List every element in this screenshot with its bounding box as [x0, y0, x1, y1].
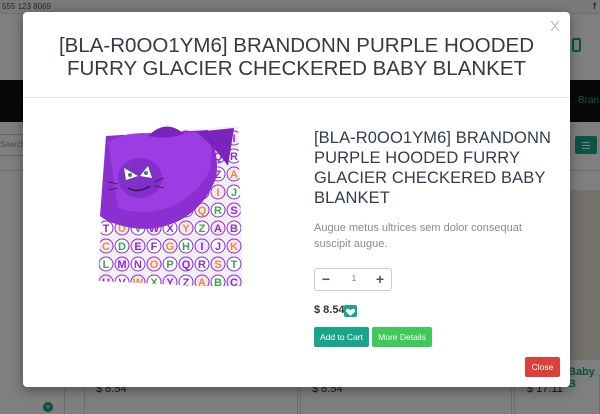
product-image: ABCDEFGHIJKLMNOPQRSTUVWXYZABCDEFGHIJKLMN… [98, 126, 243, 286]
wishlist-button[interactable] [344, 305, 357, 317]
svg-text:A: A [198, 277, 206, 286]
svg-text:T: T [103, 223, 110, 235]
svg-text:X: X [150, 277, 158, 286]
svg-text:E: E [134, 241, 141, 253]
svg-text:I: I [216, 187, 219, 199]
product-info: [BLA-R0OO1YM6] BRANDONN PURPLE HOODED FU… [314, 128, 554, 252]
svg-text:K: K [230, 241, 238, 253]
svg-text:U: U [102, 277, 110, 286]
svg-text:R: R [198, 259, 206, 271]
svg-text:C: C [230, 277, 238, 286]
svg-text:Y: Y [182, 223, 190, 235]
svg-text:N: N [134, 259, 142, 271]
svg-text:R: R [214, 205, 222, 217]
quantity-input[interactable]: 1 [341, 274, 367, 283]
svg-text:A: A [230, 169, 238, 181]
svg-text:F: F [151, 241, 158, 253]
svg-text:B: B [230, 223, 238, 235]
svg-text:Q: Q [198, 205, 207, 217]
svg-text:J: J [231, 187, 237, 199]
minus-icon[interactable]: − [320, 272, 332, 287]
more-details-button[interactable]: More Details [372, 327, 432, 347]
svg-text:R: R [230, 151, 238, 163]
product-title: [BLA-R0OO1YM6] BRANDONN PURPLE HOODED FU… [314, 129, 552, 207]
quick-view-modal: [BLA-R0OO1YM6] BRANDONN PURPLE HOODED FU… [23, 12, 570, 387]
svg-text:Y: Y [166, 277, 174, 286]
svg-text:W: W [133, 277, 144, 286]
plus-icon[interactable]: + [374, 272, 386, 287]
svg-text:I: I [232, 133, 235, 145]
product-description: Augue metus ultrices sem dolor consequat… [314, 222, 522, 250]
svg-text:Z: Z [199, 223, 206, 235]
svg-text:D: D [118, 241, 126, 253]
heart-icon [345, 308, 356, 316]
close-icon[interactable]: X [550, 18, 560, 35]
modal-title: [BLA-R0OO1YM6] BRANDONN PURPLE HOODED FU… [58, 34, 535, 80]
svg-text:Z: Z [183, 277, 190, 286]
svg-text:L: L [103, 259, 110, 271]
product-price: $ 8.54 [314, 304, 345, 316]
svg-text:C: C [102, 241, 110, 253]
svg-text:A: A [214, 223, 222, 235]
svg-text:V: V [118, 277, 126, 286]
close-button[interactable]: Close [525, 357, 560, 377]
svg-text:S: S [230, 205, 237, 217]
svg-text:T: T [231, 259, 238, 271]
svg-text:P: P [166, 259, 173, 271]
svg-text:Q: Q [182, 259, 191, 271]
svg-text:B: B [214, 277, 222, 286]
svg-text:M: M [117, 259, 126, 271]
svg-text:S: S [214, 259, 221, 271]
svg-text:J: J [215, 241, 221, 253]
svg-text:I: I [200, 241, 203, 253]
svg-text:H: H [182, 241, 190, 253]
svg-text:G: G [166, 241, 175, 253]
quantity-stepper: − 1 + [314, 268, 392, 291]
svg-text:O: O [150, 259, 159, 271]
modal-header: [BLA-R0OO1YM6] BRANDONN PURPLE HOODED FU… [23, 12, 570, 98]
add-to-cart-button[interactable]: Add to Cart [314, 327, 369, 347]
